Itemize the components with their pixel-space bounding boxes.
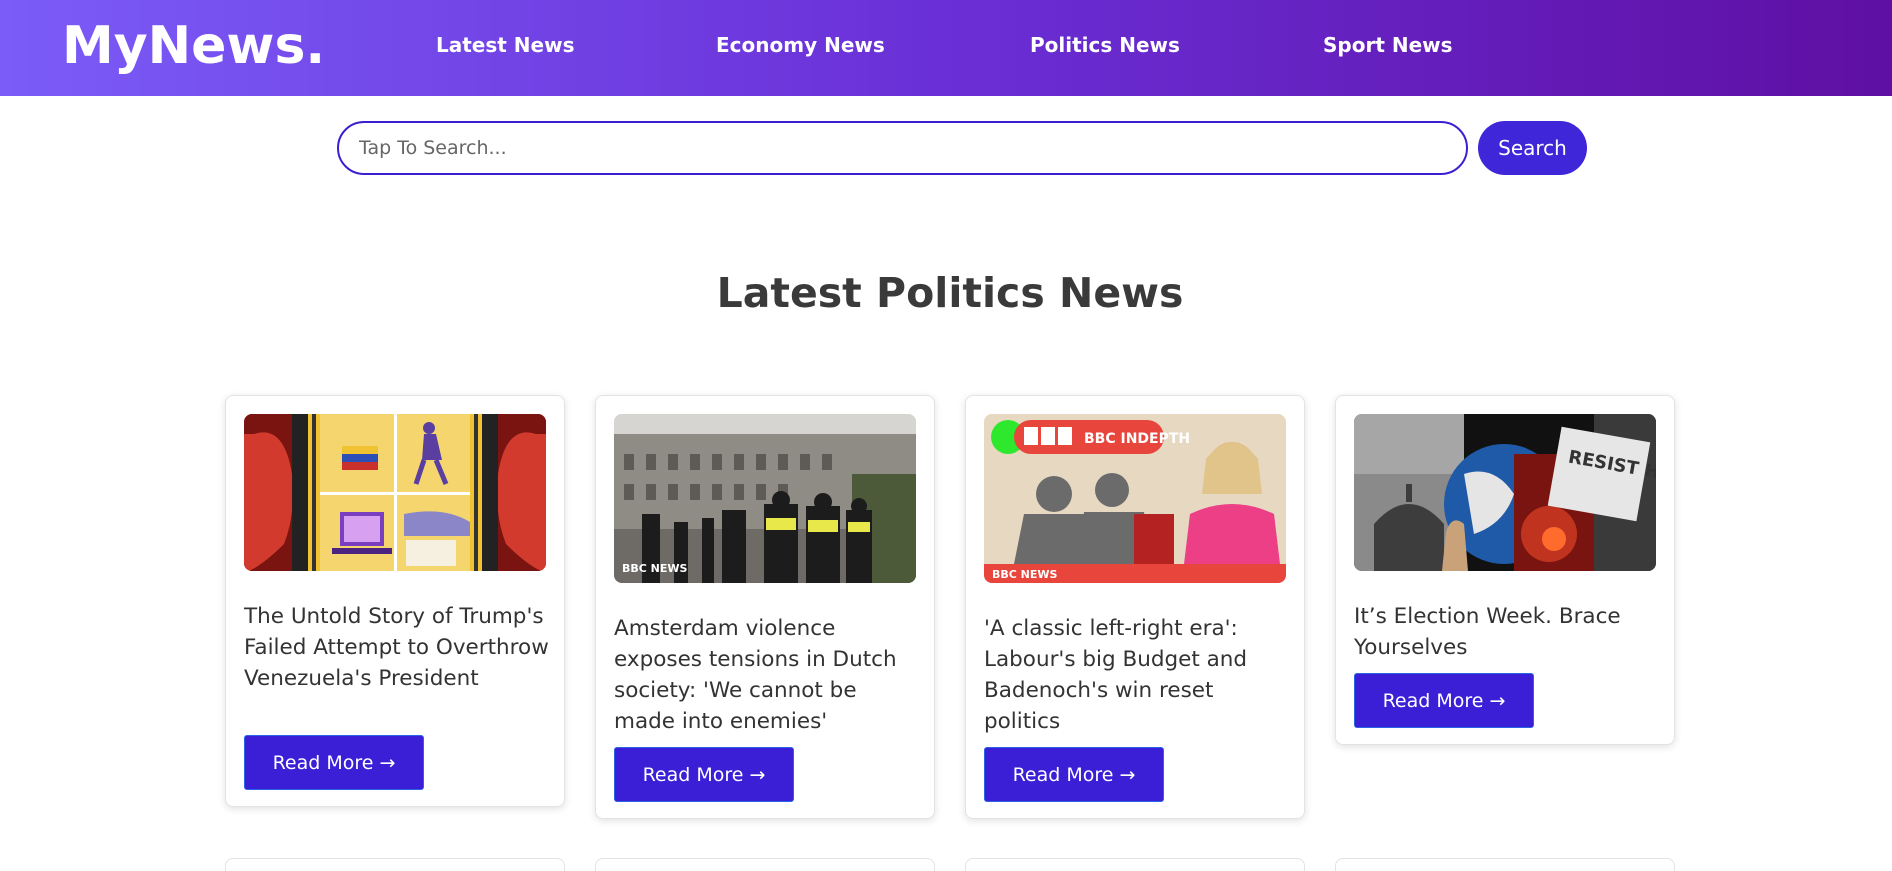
card-title[interactable]: 'A classic left-right era': Labour's big… xyxy=(984,613,1290,737)
card-image-venezuela[interactable] xyxy=(244,414,546,571)
section-title: Latest Politics News xyxy=(716,269,1184,317)
news-card: BBC NEWS Amsterdam violence exposes tens… xyxy=(595,395,935,819)
news-card-next-row xyxy=(595,858,935,871)
news-card: BBC INDEPTH BBC NEWS 'A classic left-rig… xyxy=(965,395,1305,819)
bbc-news-badge: BBC NEWS xyxy=(992,568,1058,581)
nav-link-politics-news[interactable]: Politics News xyxy=(1030,31,1180,59)
read-more-button[interactable]: Read More → xyxy=(244,735,424,790)
read-more-button[interactable]: Read More → xyxy=(614,747,794,802)
news-card-next-row xyxy=(225,858,565,871)
news-card: The Untold Story of Trump's Failed Attem… xyxy=(225,395,565,807)
news-card-next-row xyxy=(965,858,1305,871)
card-image-election[interactable]: RESIST HATE xyxy=(1354,414,1656,571)
site-logo[interactable]: MyNews. xyxy=(62,14,325,78)
nav-link-sport-news[interactable]: Sport News xyxy=(1323,31,1453,59)
news-card-next-row xyxy=(1335,858,1675,871)
card-title[interactable]: It’s Election Week. Brace Yourselves xyxy=(1354,601,1660,663)
read-more-button[interactable]: Read More → xyxy=(984,747,1164,802)
card-title[interactable]: Amsterdam violence exposes tensions in D… xyxy=(614,613,920,737)
amsterdam-police-photo: BBC NEWS xyxy=(614,414,916,583)
card-title[interactable]: The Untold Story of Trump's Failed Attem… xyxy=(244,601,550,694)
nav-link-latest-news[interactable]: Latest News xyxy=(436,31,574,59)
bbc-indepth-badge: BBC INDEPTH xyxy=(1084,431,1190,447)
bbc-news-badge: BBC NEWS xyxy=(622,562,688,575)
read-more-button[interactable]: Read More → xyxy=(1354,673,1534,728)
news-card: RESIST HATE It’s Election Week. Brace Yo… xyxy=(1335,395,1675,745)
search-input[interactable] xyxy=(337,121,1468,175)
budget-politicians-photo: BBC INDEPTH BBC NEWS xyxy=(984,414,1286,583)
card-image-budget[interactable]: BBC INDEPTH BBC NEWS xyxy=(984,414,1286,583)
venezuela-illustration xyxy=(244,414,546,571)
search-button[interactable]: Search xyxy=(1478,121,1587,175)
election-collage: RESIST HATE xyxy=(1354,414,1656,571)
nav-link-economy-news[interactable]: Economy News xyxy=(716,31,885,59)
top-navbar: MyNews. Latest News Economy News Politic… xyxy=(0,0,1892,96)
card-image-amsterdam[interactable]: BBC NEWS xyxy=(614,414,916,583)
